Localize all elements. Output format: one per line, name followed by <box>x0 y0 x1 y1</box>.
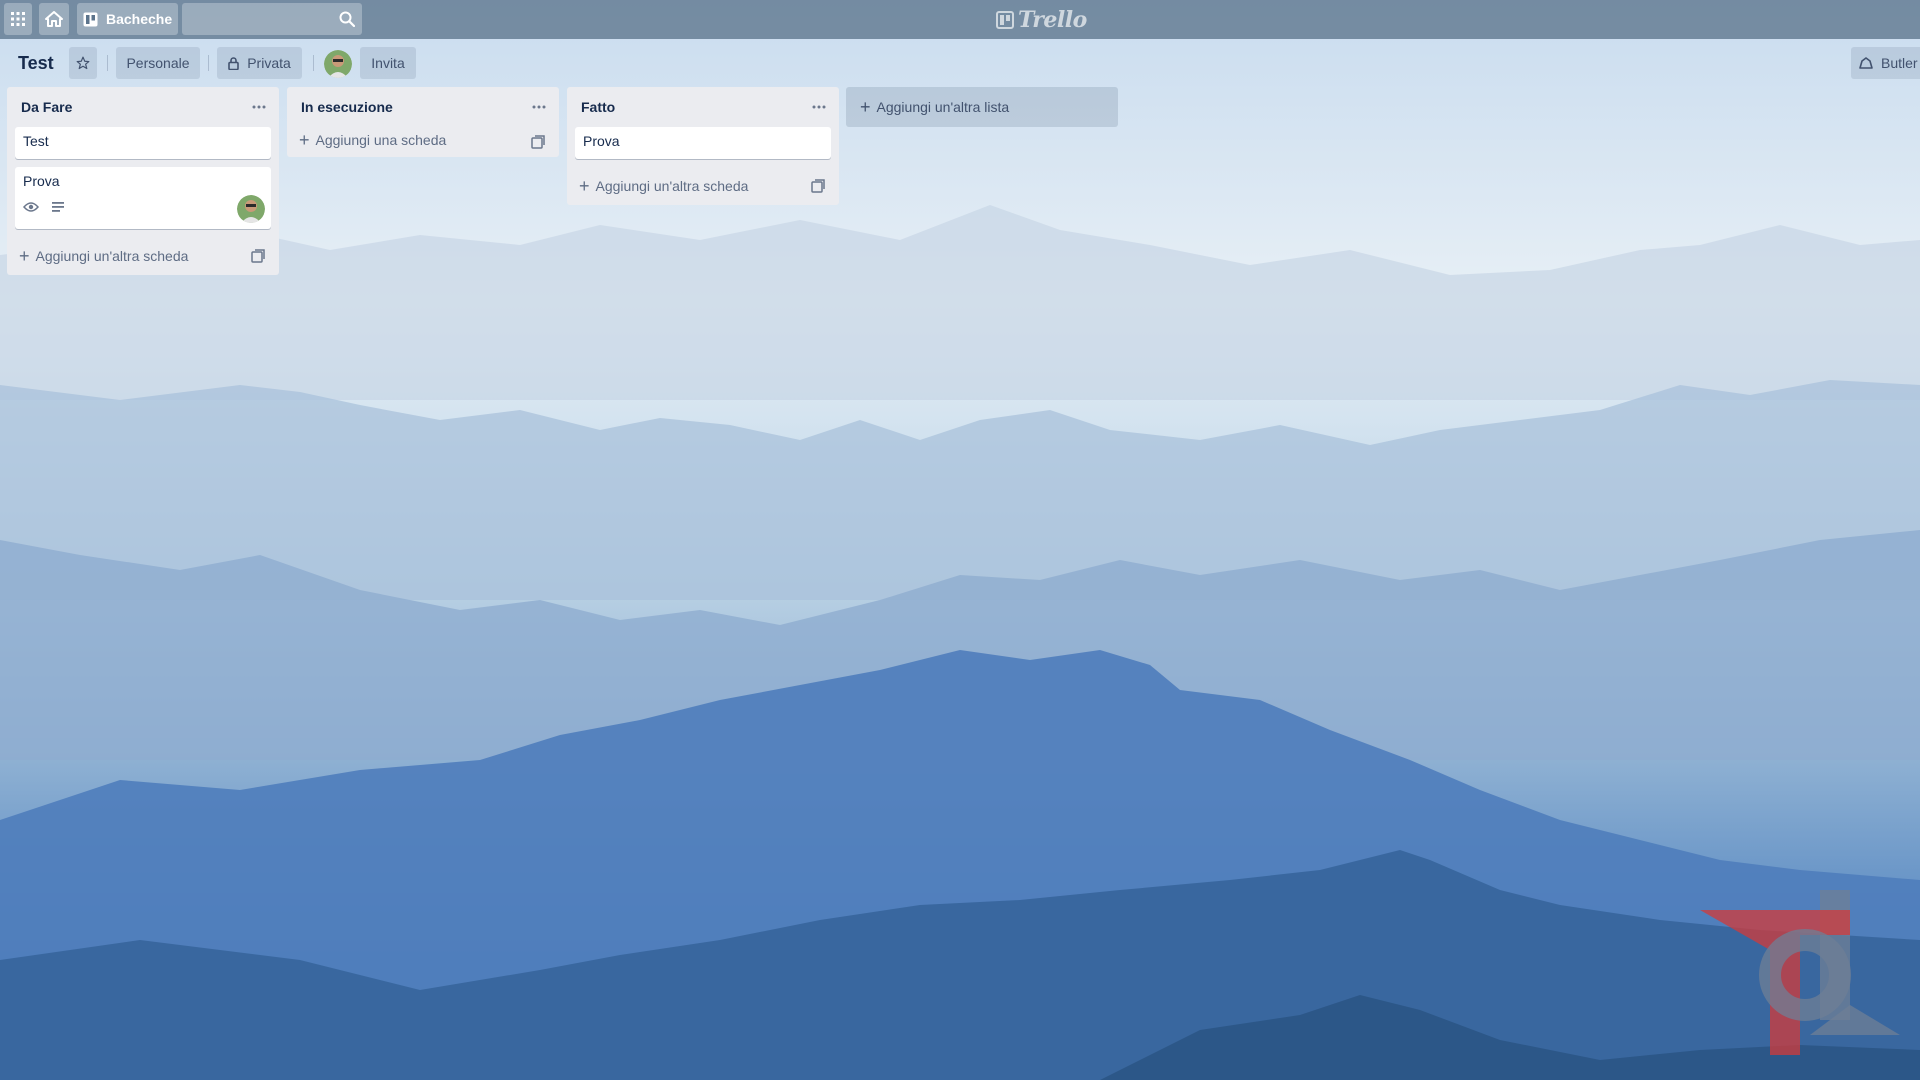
card[interactable]: Prova <box>575 127 831 159</box>
list-header: Fatto <box>567 87 839 127</box>
board-title[interactable]: Test <box>18 53 54 74</box>
add-list-label: Aggiungi un'altra lista <box>876 99 1010 115</box>
mountain-background-image <box>0 205 1920 1080</box>
list-da-fare: Da Fare Test Prova + Aggiungi un'altra s… <box>7 87 279 275</box>
add-card-button[interactable]: + Aggiungi un'altra scheda <box>575 167 831 205</box>
list-title[interactable]: Da Fare <box>21 99 72 115</box>
star-board-button[interactable] <box>69 47 97 79</box>
search-icon[interactable] <box>339 11 355 27</box>
board-header: Test Personale Privata Invita <box>0 39 1920 87</box>
card-title: Test <box>23 133 49 149</box>
more-icon <box>812 105 826 109</box>
board-background <box>0 0 1920 1080</box>
boards-button[interactable]: Bacheche <box>77 3 178 35</box>
divider <box>313 55 314 71</box>
butler-icon <box>1859 57 1873 69</box>
search-input[interactable] <box>182 3 332 35</box>
eye-icon <box>23 202 39 212</box>
more-icon <box>252 105 266 109</box>
card-title: Prova <box>23 173 60 189</box>
search-field[interactable] <box>182 3 362 35</box>
boards-label: Bacheche <box>106 11 173 27</box>
home-button[interactable] <box>39 3 69 35</box>
card[interactable]: Test <box>15 127 271 159</box>
card-title: Prova <box>583 133 620 149</box>
butler-button[interactable]: Butler <box>1851 47 1920 79</box>
card[interactable]: Prova <box>15 167 271 229</box>
invite-label: Invita <box>371 55 405 71</box>
trello-logo-icon <box>996 11 1014 29</box>
plus-icon: + <box>579 176 590 196</box>
list-in-esecuzione: In esecuzione + Aggiungi una scheda <box>287 87 559 157</box>
add-card-label: Aggiungi un'altra scheda <box>595 178 749 194</box>
privacy-label: Privata <box>247 55 291 71</box>
card-template-icon[interactable] <box>811 179 825 193</box>
add-card-label: Aggiungi una scheda <box>315 132 447 148</box>
card-member-avatar[interactable] <box>237 195 265 223</box>
boards-icon <box>83 12 98 26</box>
list-title[interactable]: In esecuzione <box>301 99 393 115</box>
list-header: Da Fare <box>7 87 279 127</box>
top-header-bar: Bacheche Trello <box>0 0 1920 39</box>
trello-logo[interactable]: Trello <box>996 7 1087 33</box>
add-list-button[interactable]: + Aggiungi un'altra lista <box>846 87 1118 127</box>
card-badges <box>23 198 263 216</box>
team-label: Personale <box>126 55 190 71</box>
divider <box>107 55 108 71</box>
add-card-label: Aggiungi un'altra scheda <box>35 248 189 264</box>
watermark-logo <box>1700 890 1900 1055</box>
member-avatar[interactable] <box>324 50 352 78</box>
more-icon <box>532 105 546 109</box>
add-card-button[interactable]: + Aggiungi un'altra scheda <box>15 237 271 275</box>
description-icon <box>52 202 64 212</box>
apps-menu-button[interactable] <box>4 3 32 35</box>
plus-icon: + <box>299 130 310 150</box>
avatar-image <box>324 50 352 78</box>
divider <box>208 55 209 71</box>
list-menu-button[interactable] <box>527 95 551 119</box>
avatar-image <box>237 195 265 223</box>
card-template-icon[interactable] <box>251 249 265 263</box>
trello-logo-text: Trello <box>1018 7 1087 33</box>
list-menu-button[interactable] <box>807 95 831 119</box>
star-icon <box>76 56 90 70</box>
list-header: In esecuzione <box>287 87 559 127</box>
team-visibility-button[interactable]: Personale <box>116 47 200 79</box>
plus-icon: + <box>860 97 871 117</box>
privacy-button[interactable]: Privata <box>217 47 302 79</box>
butler-label: Butler <box>1881 55 1918 71</box>
add-card-button[interactable]: + Aggiungi una scheda <box>295 123 551 157</box>
list-title[interactable]: Fatto <box>581 99 615 115</box>
grid-icon <box>11 12 25 26</box>
list-fatto: Fatto Prova + Aggiungi un'altra scheda <box>567 87 839 205</box>
list-menu-button[interactable] <box>247 95 271 119</box>
home-icon <box>45 11 63 27</box>
lock-icon <box>228 56 240 70</box>
card-template-icon[interactable] <box>531 135 545 149</box>
invite-button[interactable]: Invita <box>360 47 416 79</box>
plus-icon: + <box>19 246 30 266</box>
